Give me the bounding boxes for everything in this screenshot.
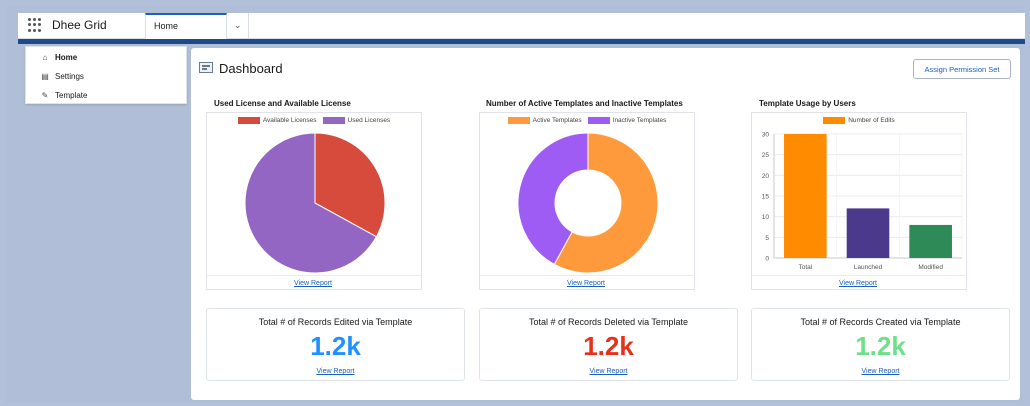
tab-home[interactable]: Home bbox=[145, 13, 227, 39]
usage-chart: Number of Edits 0 5 10 15 20 25 30 Total Launche… bbox=[751, 112, 967, 290]
stat-value: 1.2k bbox=[583, 331, 634, 361]
dashboard-panel: Dashboard Assign Permission Set Used Lic… bbox=[191, 48, 1020, 400]
y-tick-label: 0 bbox=[765, 256, 769, 263]
stat-value: 1.2k bbox=[855, 331, 906, 361]
template-icon: ✎ bbox=[41, 90, 49, 100]
stat-card-created: Total # of Records Created via Template … bbox=[751, 308, 1010, 381]
license-pie-svg bbox=[244, 132, 386, 274]
sidebar-item-settings[interactable]: ▤ Settings bbox=[26, 67, 186, 85]
usage-chart-title: Template Usage by Users bbox=[759, 99, 856, 108]
y-tick-label: 5 bbox=[765, 235, 769, 242]
stat-label: Total # of Records Created via Template bbox=[800, 317, 961, 327]
sidebar-item-label: Template bbox=[55, 90, 88, 100]
y-tick-label: 30 bbox=[762, 132, 770, 139]
sidebar-item-home[interactable]: ⌂ Home bbox=[26, 48, 186, 66]
bar-total bbox=[784, 134, 827, 258]
x-tick-label: Total bbox=[798, 264, 812, 271]
sidebar: ⌂ Home ▤ Settings ✎ Template bbox=[25, 46, 187, 104]
stat-view-report-link[interactable]: View Report bbox=[480, 368, 737, 375]
stat-view-report-link[interactable]: View Report bbox=[207, 368, 464, 375]
home-icon: ⌂ bbox=[42, 52, 48, 62]
dashboard-icon bbox=[199, 62, 213, 73]
tab-home-label: Home bbox=[154, 21, 179, 31]
bar-modified bbox=[909, 224, 952, 258]
top-navigation-bar: Dhee Grid Home ⌄ bbox=[18, 13, 1025, 39]
y-tick-label: 20 bbox=[762, 173, 770, 180]
license-view-report-link[interactable]: View Report bbox=[294, 280, 332, 287]
y-tick-label: 25 bbox=[762, 152, 770, 159]
stat-view-report-link[interactable]: View Report bbox=[752, 368, 1009, 375]
usage-bar-svg: 0 5 10 15 20 25 30 Total Launched Modified bbox=[762, 132, 963, 271]
stat-card-deleted: Total # of Records Deleted via Template … bbox=[479, 308, 738, 381]
app-launcher-icon[interactable] bbox=[28, 18, 42, 32]
nav-menu-dropdown[interactable]: ⌄ bbox=[227, 13, 249, 39]
y-tick-label: 15 bbox=[762, 194, 770, 201]
templates-chart-title: Number of Active Templates and Inactive … bbox=[486, 99, 683, 108]
settings-icon: ▤ bbox=[41, 71, 49, 81]
stat-label: Total # of Records Edited via Template bbox=[258, 317, 413, 327]
chevron-down-icon: ⌄ bbox=[234, 20, 242, 30]
sidebar-item-label: Settings bbox=[55, 71, 84, 81]
page-title: Dashboard bbox=[219, 61, 283, 76]
templates-donut-svg bbox=[517, 132, 659, 274]
usage-view-report-link[interactable]: View Report bbox=[839, 280, 877, 287]
stat-label: Total # of Records Deleted via Template bbox=[529, 317, 688, 327]
x-tick-label: Modified bbox=[918, 264, 943, 271]
templates-chart: Active Templates Inactive Templates View… bbox=[479, 112, 695, 290]
sidebar-item-label: Home bbox=[55, 52, 78, 62]
stat-value: 1.2k bbox=[310, 331, 361, 361]
x-tick-label: Launched bbox=[854, 264, 883, 271]
brand-stripe bbox=[18, 39, 1025, 44]
license-chart: Available Licenses Used Licenses View Re… bbox=[206, 112, 422, 290]
stat-card-edited: Total # of Records Edited via Template 1… bbox=[206, 308, 465, 381]
sidebar-item-template[interactable]: ✎ Template bbox=[26, 86, 186, 104]
license-chart-title: Used License and Available License bbox=[214, 99, 351, 108]
app-name: Dhee Grid bbox=[52, 18, 107, 32]
templates-view-report-link[interactable]: View Report bbox=[567, 280, 605, 287]
bar-launched bbox=[846, 208, 890, 258]
assign-permission-set-button[interactable]: Assign Permission Set bbox=[913, 59, 1011, 79]
y-tick-label: 10 bbox=[762, 214, 770, 221]
